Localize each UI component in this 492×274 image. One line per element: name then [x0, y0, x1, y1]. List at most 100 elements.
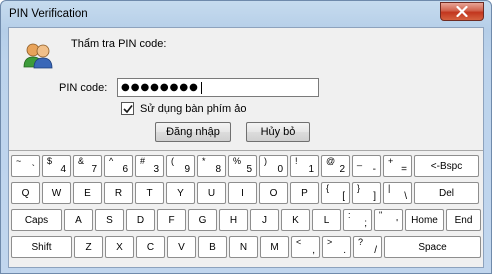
- key-symbol[interactable]: >.: [322, 236, 351, 258]
- key-base-label: =: [401, 164, 407, 175]
- key-shift-label: |: [388, 183, 391, 193]
- key-g[interactable]: G: [188, 209, 217, 231]
- key-symbol[interactable]: :;: [343, 209, 372, 231]
- key-base-label: \: [404, 191, 407, 202]
- key-label: End: [454, 215, 473, 226]
- key-n[interactable]: N: [229, 236, 258, 258]
- key-label: W: [51, 188, 62, 199]
- checkmark-icon: [123, 105, 133, 114]
- pin-verification-window: PIN Verification Thẩm tra PIN code: PIN …: [0, 0, 492, 274]
- key-v[interactable]: V: [167, 236, 196, 258]
- key-symbol[interactable]: ^ 6: [104, 155, 133, 177]
- key-shift-label: ?: [358, 237, 364, 247]
- key-y[interactable]: Y: [166, 182, 195, 204]
- key-k[interactable]: K: [281, 209, 310, 231]
- title-bar[interactable]: PIN Verification: [1, 1, 491, 27]
- key-j[interactable]: J: [250, 209, 279, 231]
- key-symbol[interactable]: _ -: [352, 155, 381, 177]
- key-shift-label: !: [295, 156, 298, 166]
- key-symbol[interactable]: #3: [135, 155, 164, 177]
- text-caret: [200, 81, 202, 94]
- key-u[interactable]: U: [197, 182, 226, 204]
- close-button[interactable]: [440, 2, 484, 21]
- key-label: T: [146, 188, 153, 199]
- key-shift-label: ^: [109, 156, 114, 166]
- key-label: S: [106, 215, 113, 226]
- key-base-label: ;: [364, 218, 367, 229]
- checkbox-box[interactable]: [121, 102, 134, 115]
- key-base-label: .: [343, 245, 346, 256]
- key-label: V: [178, 242, 185, 253]
- key-t[interactable]: T: [135, 182, 164, 204]
- key-label: H: [229, 215, 238, 226]
- key-symbol[interactable]: + =: [383, 155, 412, 177]
- key-home[interactable]: Home: [405, 209, 444, 231]
- key-shift-label: (: [171, 156, 174, 166]
- key-symbol[interactable]: {[: [321, 182, 350, 204]
- pin-code-input[interactable]: ●●●●●●●●: [117, 78, 319, 97]
- key-shift-label: #: [140, 156, 146, 166]
- key-f[interactable]: F: [157, 209, 186, 231]
- key-symbol[interactable]: | \: [383, 182, 412, 204]
- key-base-label: 7: [91, 164, 97, 175]
- key-m[interactable]: M: [260, 236, 289, 258]
- key-symbol[interactable]: (9: [166, 155, 195, 177]
- key-symbol[interactable]: }]: [352, 182, 381, 204]
- key-symbol[interactable]: ! 1: [290, 155, 319, 177]
- key-e[interactable]: E: [73, 182, 102, 204]
- key-l[interactable]: L: [312, 209, 341, 231]
- key-b[interactable]: B: [198, 236, 227, 258]
- key-label: J: [262, 215, 267, 226]
- key-symbol[interactable]: $4: [42, 155, 71, 177]
- key-symbol[interactable]: ~ `: [11, 155, 40, 177]
- key-h[interactable]: H: [219, 209, 248, 231]
- key-end[interactable]: End: [446, 209, 481, 231]
- key-i[interactable]: I: [228, 182, 257, 204]
- virtual-keyboard-checkbox[interactable]: Sử dụng bàn phím ảo: [121, 102, 246, 115]
- key-d[interactable]: D: [126, 209, 155, 231]
- key-shift-label: _: [357, 156, 363, 166]
- key-label: K: [292, 215, 299, 226]
- key-del[interactable]: Del: [414, 182, 479, 204]
- key-s[interactable]: S: [95, 209, 124, 231]
- key-symbol[interactable]: % 5: [228, 155, 257, 177]
- key-r[interactable]: R: [104, 182, 133, 204]
- key-x[interactable]: X: [105, 236, 134, 258]
- key-caps[interactable]: Caps: [11, 209, 62, 231]
- key-space[interactable]: Space: [384, 236, 481, 258]
- key-shift-label: %: [233, 156, 242, 166]
- virtual-keyboard: ~ ` $4 & 7 ^ 6 #3(9 * 8% 5) 0! 1 @2 _ - + = <-Bspc Q W E R T Y U I…: [9, 150, 483, 267]
- key-symbol[interactable]: ) 0: [259, 155, 288, 177]
- key-p[interactable]: P: [290, 182, 319, 204]
- key-symbol[interactable]: * 8: [197, 155, 226, 177]
- key-symbol[interactable]: " ': [374, 209, 403, 231]
- key-label: P: [301, 188, 308, 199]
- key-w[interactable]: W: [42, 182, 71, 204]
- key-symbol[interactable]: @2: [321, 155, 350, 177]
- key-label: Caps: [24, 215, 49, 226]
- key-symbol[interactable]: ? /: [353, 236, 382, 258]
- key-shift[interactable]: Shift: [11, 236, 72, 258]
- key-label: Home: [411, 215, 438, 226]
- key-c[interactable]: C: [136, 236, 165, 258]
- key-label: C: [146, 242, 155, 253]
- key-shift-label: ~: [16, 156, 22, 166]
- key-base-label: [: [342, 191, 345, 202]
- login-button[interactable]: Đăng nhập: [155, 122, 231, 142]
- key-base-label: `: [31, 164, 35, 175]
- key-shift-label: *: [202, 156, 206, 166]
- key-backspace[interactable]: <-Bspc: [414, 155, 479, 177]
- key-a[interactable]: A: [64, 209, 93, 231]
- key-shift-label: +: [388, 156, 394, 166]
- key-q[interactable]: Q: [11, 182, 40, 204]
- key-symbol[interactable]: & 7: [73, 155, 102, 177]
- key-label: R: [114, 188, 123, 199]
- key-label: N: [239, 242, 248, 253]
- key-z[interactable]: Z: [74, 236, 103, 258]
- key-label: B: [209, 242, 216, 253]
- key-base-label: 1: [308, 164, 314, 175]
- key-base-label: /: [374, 245, 377, 256]
- key-symbol[interactable]: <,: [291, 236, 320, 258]
- key-o[interactable]: O: [259, 182, 288, 204]
- cancel-button[interactable]: Hủy bỏ: [246, 122, 310, 142]
